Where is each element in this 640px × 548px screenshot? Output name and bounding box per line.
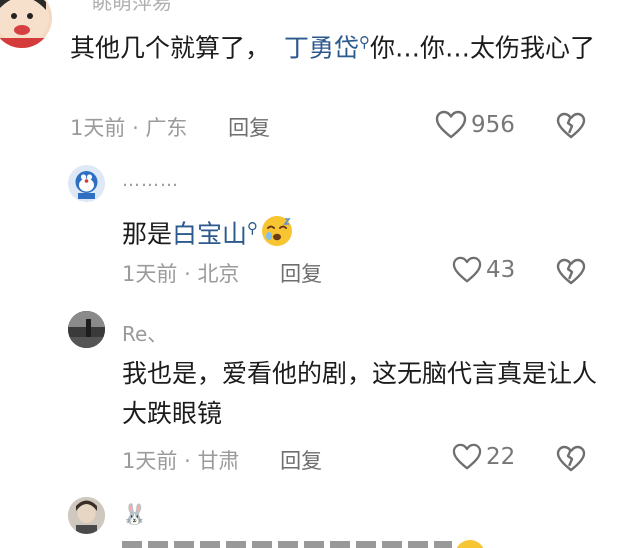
- reply-username[interactable]: ………: [122, 170, 179, 191]
- like-button[interactable]: 956: [435, 110, 515, 140]
- reply-meta: 1天前 · 甘肃 回复: [122, 445, 322, 475]
- broken-heart-icon: [556, 112, 586, 139]
- sleepy-face-emoji: [260, 214, 294, 260]
- reply-time: 1天前: [122, 262, 178, 286]
- meta-separator: ·: [184, 449, 191, 473]
- search-icon[interactable]: ⚲: [247, 219, 258, 237]
- reply-username[interactable]: Re、: [122, 318, 167, 347]
- reply-body: 那是白宝山⚲: [122, 208, 582, 260]
- avatar-doraemon[interactable]: [68, 165, 105, 202]
- search-icon[interactable]: ⚲: [359, 33, 370, 51]
- dislike-button[interactable]: [556, 112, 586, 140]
- like-button[interactable]: 22: [452, 443, 515, 471]
- reply-time: 1天前: [122, 449, 178, 473]
- reply-button[interactable]: 回复: [280, 449, 322, 473]
- cutoff-emoji-fragment: [455, 540, 485, 548]
- comment-body: 其他几个就算了， 丁勇岱⚲你…你…太伤我心了: [70, 22, 630, 68]
- cutoff-text-fragment: [122, 541, 452, 548]
- reply-location: 甘肃: [197, 449, 240, 473]
- dislike-button[interactable]: [556, 258, 586, 286]
- comment-text-after: 你…你…太伤我心了: [370, 33, 596, 63]
- broken-heart-icon: [556, 258, 586, 285]
- comment-text-before: 其他几个就算了，: [70, 33, 271, 63]
- heart-icon: [435, 110, 467, 139]
- avatar-portrait[interactable]: [68, 497, 105, 534]
- mention-link[interactable]: 丁勇岱: [284, 33, 359, 62]
- reply-meta: 1天前 · 北京 回复: [122, 258, 322, 288]
- heart-icon: [452, 256, 482, 283]
- comment-thread: 眺萌萍易 其他几个就算了， 丁勇岱⚲你…你…太伤我心了 1天前 · 广东 回复 9…: [0, 0, 640, 548]
- avatar-dark-landscape[interactable]: [68, 311, 105, 348]
- mention-link[interactable]: 白宝山: [172, 219, 247, 248]
- like-count: 43: [486, 257, 516, 283]
- broken-heart-icon: [556, 445, 586, 472]
- like-count: 22: [486, 444, 516, 470]
- like-count: 956: [471, 112, 515, 138]
- like-button[interactable]: 43: [452, 256, 515, 284]
- heart-icon: [452, 443, 482, 470]
- reply-location: 北京: [197, 262, 240, 286]
- comment-location: 广东: [145, 116, 188, 140]
- meta-separator: ·: [132, 116, 139, 140]
- comment-meta: 1天前 · 广东 回复: [70, 112, 270, 142]
- meta-separator: ·: [184, 262, 191, 286]
- comment-time: 1天前: [70, 116, 126, 140]
- dislike-button[interactable]: [556, 445, 586, 473]
- avatar-crayon-shin[interactable]: [0, 0, 52, 48]
- comment-username[interactable]: 眺萌萍易: [92, 0, 172, 15]
- reply-body: 我也是，爱看他的剧，这无脑代言真是让人大跌眼镜: [122, 359, 598, 428]
- reply-button[interactable]: 回复: [228, 116, 270, 140]
- reply-text-before: 那是: [122, 219, 173, 249]
- reply-button[interactable]: 回复: [280, 262, 322, 286]
- reply-username-rabbit-emoji[interactable]: 🐰: [122, 502, 147, 526]
